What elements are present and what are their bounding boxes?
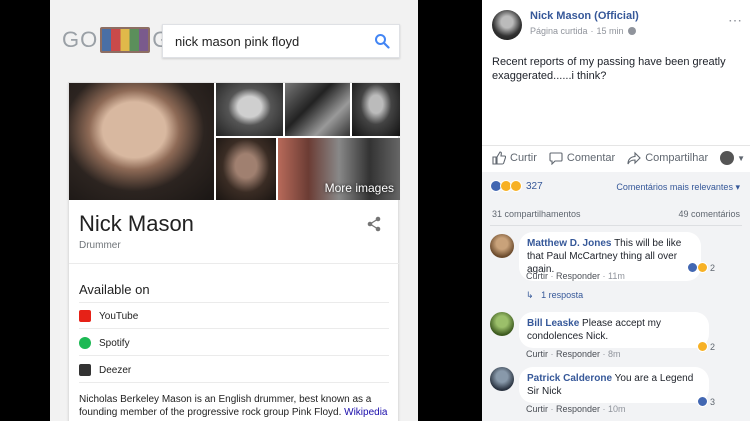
service-youtube[interactable]: YouTube: [79, 307, 138, 325]
entity-subtitle: Drummer: [79, 240, 121, 251]
reactions-summary[interactable]: 327: [490, 180, 543, 192]
share-button[interactable]: Compartilhar: [627, 151, 708, 165]
more-images-tile[interactable]: More images: [278, 138, 400, 200]
available-on-heading: Available on: [79, 282, 150, 297]
screenshot-root: GO GLE nick mason pink floyd More images: [0, 0, 750, 421]
comment-like-link[interactable]: Curtir: [526, 271, 548, 281]
post-actions-bar: Curtir Comentar Compartilhar ▼: [482, 145, 750, 170]
divider: [79, 328, 389, 329]
comment-reactions[interactable]: 2: [697, 341, 715, 352]
haha-reaction-icon: [697, 262, 708, 273]
haha-reaction-icon: [697, 341, 708, 352]
divider: [79, 382, 389, 383]
thumbnail-image[interactable]: [216, 83, 283, 136]
search-icon[interactable]: [365, 25, 399, 57]
google-screenshot: GO GLE nick mason pink floyd More images: [50, 0, 418, 421]
comments-count[interactable]: 49 comentários: [678, 209, 740, 219]
reply-arrow-icon: ↳: [526, 290, 539, 300]
comment-actions: Curtir · Responder · 11m: [526, 271, 625, 281]
comment-icon: [549, 152, 563, 165]
wow-reaction-icon: [510, 180, 522, 192]
comment-author[interactable]: Bill Leaske: [527, 318, 579, 329]
divider: [490, 225, 742, 226]
comment-time[interactable]: 11m: [608, 271, 625, 281]
spotify-icon: [79, 337, 91, 349]
comment-bubble: Patrick Calderone You are a Legend Sir N…: [519, 367, 709, 403]
chevron-down-icon: ▾: [735, 182, 740, 192]
post-meta: Página curtida · 15 min: [530, 26, 639, 36]
facebook-post: Nick Mason (Official) Página curtida · 1…: [482, 0, 750, 421]
divider: [79, 302, 389, 303]
page-name-link[interactable]: Nick Mason (Official): [530, 10, 639, 22]
divider: [69, 263, 400, 264]
comment-author[interactable]: Matthew D. Jones: [527, 238, 611, 249]
comment-author[interactable]: Patrick Calderone: [527, 373, 612, 384]
comment-reactions[interactable]: 2: [687, 262, 715, 273]
view-replies-link[interactable]: ↳ 1 resposta: [526, 290, 583, 301]
comment-reply-link[interactable]: Responder: [556, 271, 600, 281]
comment-actions: Curtir · Responder · 10m: [526, 404, 626, 414]
chevron-down-icon: ▼: [737, 153, 746, 163]
image-grid[interactable]: More images: [69, 83, 400, 200]
service-deezer[interactable]: Deezer: [79, 361, 131, 379]
shares-count[interactable]: 31 compartilhamentos: [492, 209, 581, 219]
comment-reply-link[interactable]: Responder: [556, 404, 600, 414]
comment-bubble: Bill Leaske Please accept my condolences…: [519, 312, 709, 348]
thumbnail-image[interactable]: [216, 138, 276, 200]
avatar: [720, 151, 735, 165]
search-box[interactable]: nick mason pink floyd: [162, 24, 400, 58]
comment-button[interactable]: Comentar: [549, 151, 615, 165]
avatar[interactable]: [490, 234, 514, 258]
post-header: Nick Mason (Official) Página curtida · 1…: [492, 10, 639, 40]
comment-time[interactable]: 8m: [608, 349, 621, 359]
entity-description: Nicholas Berkeley Mason is an English dr…: [79, 394, 388, 418]
comment-actions: Curtir · Responder · 8m: [526, 349, 621, 359]
doodle-image: [100, 27, 151, 53]
post-text: Recent reports of my passing have been g…: [492, 56, 726, 82]
wikipedia-link[interactable]: Wikipedia: [344, 407, 387, 418]
thumbnail-image[interactable]: [285, 83, 350, 136]
comment-like-link[interactable]: Curtir: [526, 349, 548, 359]
post-time[interactable]: 15 min: [597, 26, 624, 36]
share-icon[interactable]: [365, 215, 383, 233]
more-images-label: More images: [324, 181, 394, 195]
knowledge-panel: More images Nick Mason Drummer Available…: [68, 82, 400, 421]
comment-time[interactable]: 10m: [608, 404, 626, 414]
more-options-icon[interactable]: ⋯: [728, 12, 742, 29]
thumbs-up-icon: [492, 151, 506, 165]
reaction-count: 327: [526, 180, 543, 192]
like-button[interactable]: Curtir: [492, 151, 537, 165]
reaction-identity-selector[interactable]: ▼: [720, 151, 745, 165]
comment-like-link[interactable]: Curtir: [526, 404, 548, 414]
google-header: GO GLE nick mason pink floyd: [50, 0, 418, 80]
avatar[interactable]: [490, 312, 514, 336]
share-arrow-icon: [627, 151, 641, 165]
service-spotify[interactable]: Spotify: [79, 334, 130, 352]
like-reaction-icon: [697, 396, 708, 407]
divider: [79, 355, 389, 356]
youtube-icon: [79, 310, 91, 322]
deezer-icon: [79, 364, 91, 376]
comment-reply-link[interactable]: Responder: [556, 349, 600, 359]
avatar[interactable]: [490, 367, 514, 391]
thumbnail-image[interactable]: [352, 83, 400, 136]
entity-title: Nick Mason: [79, 211, 194, 236]
globe-icon: [627, 27, 636, 35]
search-input[interactable]: nick mason pink floyd: [163, 34, 365, 49]
comment-sort-dropdown[interactable]: Comentários mais relevantes ▾: [616, 182, 740, 193]
avatar[interactable]: [492, 10, 522, 40]
main-portrait-image[interactable]: [69, 83, 214, 200]
comment-reactions[interactable]: 3: [697, 396, 715, 407]
